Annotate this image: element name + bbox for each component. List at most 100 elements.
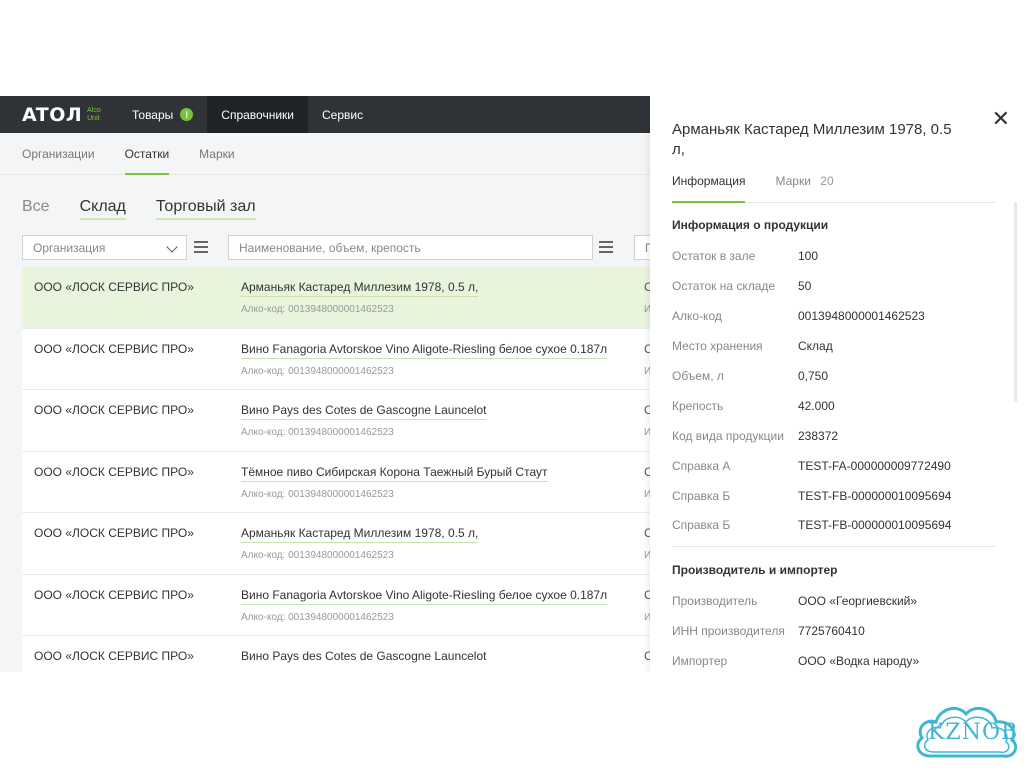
row-alco-code: Алко-код: 0013948000001462523 <box>241 488 394 500</box>
row-alco-code: Алко-код: 0013948000001462523 <box>241 427 394 438</box>
panel-scrollbar[interactable] <box>1014 202 1017 402</box>
row-product-name[interactable]: Тёмное пиво Сибирская Корона Таежный Бур… <box>241 465 548 482</box>
filter-tab-warehouse[interactable]: Склад <box>79 198 126 220</box>
row-alco-code: Алко-код: 0013948000001462523 <box>241 304 394 315</box>
info-key: Остаток на складе <box>672 279 776 293</box>
panel-tabs: Информация Марки 20 <box>672 174 996 203</box>
info-row: Место хранения Склад <box>672 339 1002 369</box>
info-row: Крепость 42.000 <box>672 399 1002 429</box>
info-row: Алко-код 0013948000001462523 <box>672 309 1002 339</box>
info-value: 50 <box>798 279 812 293</box>
watermark-text: KZNOB <box>928 720 1019 745</box>
tab-information[interactable]: Информация <box>672 174 746 203</box>
section-divider <box>672 546 996 547</box>
tab-marks-count: 20 <box>820 174 834 188</box>
tab-marks-label: Марки <box>775 174 811 188</box>
info-value: TEST-FB-000000010095694 <box>798 489 952 503</box>
logo-word: ATOЛ <box>22 103 83 126</box>
row-organization: ООО «ЛОСК СЕРВИС ПРО» <box>34 649 194 663</box>
alert-badge-icon: ! <box>180 108 194 121</box>
row-organization: ООО «ЛОСК СЕРВИС ПРО» <box>34 280 194 294</box>
info-row: Код вида продукции 238372 <box>672 429 1002 459</box>
info-key: Остаток в зале <box>672 249 756 263</box>
info-value: TEST-FB-000000010095694 <box>798 518 952 532</box>
row-product-name[interactable]: Вино Fanagoria Avtorskoe Vino Aligote-Ri… <box>241 588 608 605</box>
app-logo[interactable]: ATOЛ Alco Unit <box>22 104 118 126</box>
tab-information-label: Информация <box>672 174 746 188</box>
table-row[interactable]: ООО «ЛОСК СЕРВИС ПРО» Вино Fanagoria Avt… <box>22 574 653 636</box>
nav-item-directories[interactable]: Справочники <box>207 96 308 133</box>
watermark-logo: KZNOB <box>912 698 1022 766</box>
section-title-product-info: Информация о продукции <box>672 218 829 232</box>
row-product-name[interactable]: Вино Pays des Cotes de Gascogne Launcelo… <box>241 649 486 665</box>
info-key: ИНН производителя <box>672 624 785 638</box>
info-key: Алко-код <box>672 309 722 323</box>
logo-subtitle: Alco Unit <box>87 107 101 123</box>
info-key: Объем, л <box>672 369 724 383</box>
nav-item-goods-label: Товары <box>132 107 174 122</box>
info-key: Производитель <box>672 594 758 608</box>
table-row[interactable]: ООО «ЛОСК СЕРВИС ПРО» Арманьяк Кастаред … <box>22 513 653 575</box>
row-organization: ООО «ЛОСК СЕРВИС ПРО» <box>34 341 194 356</box>
row-product-name[interactable]: Арманьяк Кастаред Миллезим 1978, 0.5 л, <box>241 526 479 543</box>
info-value: 238372 <box>798 429 839 443</box>
info-key: Справка Б <box>672 518 731 532</box>
top-navigation: ATOЛ Alco Unit Товары ! Справочники Серв… <box>0 96 650 133</box>
info-key: Справка Б <box>672 489 731 503</box>
row-organization: ООО «ЛОСК СЕРВИС ПРО» <box>34 587 194 602</box>
row-organization: ООО «ЛОСК СЕРВИС ПРО» <box>34 464 194 479</box>
table-row[interactable]: ООО «ЛОСК СЕРВИС ПРО» Вино Pays des Cote… <box>22 636 653 672</box>
row-organization: ООО «ЛОСК СЕРВИС ПРО» <box>34 526 194 540</box>
row-product-name[interactable]: Вино Fanagoria Avtorskoe Vino Aligote-Ri… <box>241 342 608 359</box>
info-key: Код вида продукции <box>672 429 784 443</box>
subnav-organizations[interactable]: Организации <box>22 133 95 174</box>
info-row: Остаток на складе 50 <box>672 279 1002 309</box>
close-icon[interactable]: ✕ <box>992 108 1010 130</box>
nav-item-service-label: Сервис <box>321 107 364 122</box>
table-row[interactable]: ООО «ЛОСК СЕРВИС ПРО» Вино Pays des Cote… <box>22 390 653 452</box>
info-value: TEST-FA-000000009772490 <box>798 459 951 473</box>
panel-title: Арманьяк Кастаред Миллезим 1978, 0.5 л, <box>672 121 952 158</box>
row-alco-code: Алко-код: 0013948000001462523 <box>241 365 394 377</box>
subnav-marks[interactable]: Марки <box>199 133 234 174</box>
organization-select-value: Организация <box>33 240 106 255</box>
nav-item-goods[interactable]: Товары ! <box>118 96 207 133</box>
info-key: Крепость <box>672 399 724 413</box>
nav-item-service[interactable]: Сервис <box>308 96 377 133</box>
filter-tab-sales-floor[interactable]: Торговый зал <box>155 198 256 220</box>
info-row: Справка Б TEST-FB-000000010095694 <box>672 518 1002 548</box>
info-row: Объем, л 0,750 <box>672 369 1002 399</box>
info-row: Справка А TEST-FA-000000009772490 <box>672 459 1002 489</box>
organization-select[interactable]: Организация <box>22 235 187 260</box>
info-value: 7725760410 <box>798 624 865 638</box>
info-value: 100 <box>798 249 819 263</box>
row-product-name[interactable]: Арманьяк Кастаред Миллезим 1978, 0.5 л, <box>241 280 479 297</box>
table-row[interactable]: ООО «ЛОСК СЕРВИС ПРО» Вино Fanagoria Avt… <box>22 328 653 390</box>
info-key: Справка А <box>672 459 731 473</box>
info-row: Производитель ООО «Георгиевский» <box>672 594 1002 624</box>
info-value: 0,750 <box>798 369 829 383</box>
row-organization: ООО «ЛОСК СЕРВИС ПРО» <box>34 403 194 417</box>
search-input[interactable]: Наименование, объем, крепость <box>228 235 593 260</box>
row-alco-code: Алко-код: 0013948000001462523 <box>241 550 394 561</box>
nav-item-directories-label: Справочники <box>221 107 294 122</box>
app-window: ATOЛ Alco Unit Товары ! Справочники Серв… <box>0 96 1024 672</box>
section-title-manufacturer: Производитель и импортер <box>672 563 838 577</box>
info-value: 42.000 <box>798 399 835 413</box>
chevron-down-icon <box>166 241 178 253</box>
table-row[interactable]: ООО «ЛОСК СЕРВИС ПРО» Арманьяк Кастаред … <box>22 267 653 329</box>
info-value: Склад <box>798 339 833 353</box>
sub-navigation: Организации Остатки Марки <box>0 133 650 175</box>
stock-list: ООО «ЛОСК СЕРВИС ПРО» Арманьяк Кастаред … <box>22 267 653 672</box>
info-row: Справка Б TEST-FB-000000010095694 <box>672 489 1002 519</box>
subnav-stock[interactable]: Остатки <box>124 133 169 175</box>
info-value: 0013948000001462523 <box>798 309 925 323</box>
filter-menu-icon[interactable] <box>194 241 208 253</box>
tab-marks[interactable]: Марки 20 <box>775 174 833 202</box>
info-value: ООО «Водка народу» <box>798 654 920 668</box>
info-row: ИНН производителя 7725760410 <box>672 624 1002 654</box>
search-menu-icon[interactable] <box>599 241 613 253</box>
row-product-name[interactable]: Вино Pays des Cotes de Gascogne Launcelo… <box>241 403 487 420</box>
table-row[interactable]: ООО «ЛОСК СЕРВИС ПРО» Тёмное пиво Сибирс… <box>22 451 653 513</box>
filter-tab-all[interactable]: Все <box>22 198 50 220</box>
